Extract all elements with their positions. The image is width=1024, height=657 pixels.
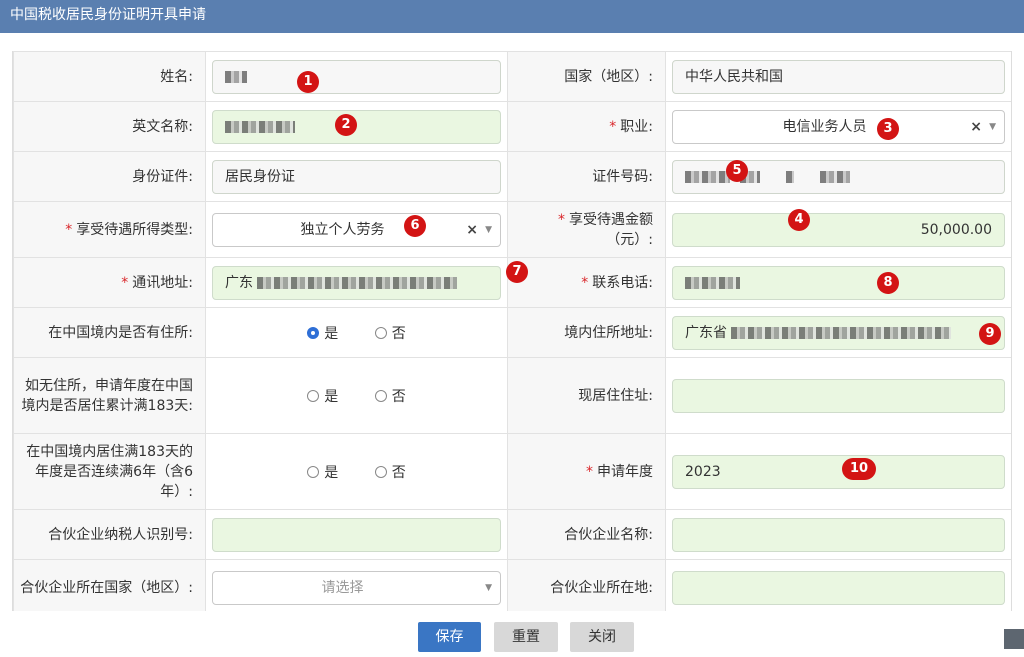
domicile-label: 在中国境内是否有住所: [13,307,206,358]
marker-6: 6 [404,215,426,237]
row-name: 姓名: 国家（地区）: 中华人民共和国 [13,51,1011,102]
occupation-select[interactable]: 电信业务人员 × ▼ [672,109,1005,144]
window-title: 中国税收居民身份证明开具申请 [10,7,206,23]
marker-9: 9 [979,323,1001,345]
no-domicile-yes-radio[interactable]: 是 [307,386,338,406]
income-type-label: 享受待遇所得类型: [76,221,193,238]
id-number-input[interactable] [672,159,1005,194]
partner-country-select[interactable]: 请选择 ▼ [212,570,501,605]
chevron-down-icon[interactable]: ▼ [485,214,492,246]
application-form: 姓名: 国家（地区）: 中华人民共和国 英文名称: * 职业: 电信业务人员 × ▼ … [12,51,1012,611]
no-domicile-no-radio[interactable]: 否 [374,386,406,406]
partner-country-placeholder: 请选择 [321,579,364,596]
save-button[interactable]: 保存 [418,622,481,652]
phone-input[interactable] [672,265,1005,300]
partner-location-label: 合伙企业所在地: [507,559,666,611]
window-title-bar: 中国税收居民身份证明开具申请 [0,0,1024,33]
clear-icon[interactable]: × [466,214,478,246]
domicile-address-input[interactable]: 广东省 [672,315,1005,350]
row-partner: 合伙企业纳税人识别号: 合伙企业名称: [13,509,1011,560]
marker-10: 10 [842,458,876,480]
radio-empty-icon [374,326,387,339]
partner-name-label: 合伙企业名称: [507,509,666,560]
chevron-down-icon[interactable]: ▼ [485,572,492,604]
current-address-label: 现居住住址: [507,357,666,434]
close-button[interactable]: 关闭 [570,622,634,652]
required-mark: * [121,274,129,291]
marker-8: 8 [877,272,899,294]
partner-location-input[interactable] [672,570,1005,605]
required-mark: * [586,463,593,480]
radio-empty-icon [307,465,320,478]
english-name-label: 英文名称: [13,101,206,152]
id-type-input[interactable]: 居民身份证 [212,159,501,194]
marker-5: 5 [726,160,748,182]
corner-widget [1004,629,1024,649]
row-no-domicile: 如无住所，申请年度在中国境内是否居住累计满183天: 是 否 现居住住址: [13,357,1011,434]
radio-empty-icon [374,389,387,402]
marker-3: 3 [877,118,899,140]
radio-empty-icon [307,389,320,402]
marker-4: 4 [788,209,810,231]
partner-name-input[interactable] [672,517,1005,552]
radio-selected-icon [307,326,320,339]
occupation-label: 职业: [620,118,653,135]
marker-7: 7 [506,261,528,283]
required-mark: * [609,118,617,135]
occupation-value: 电信业务人员 [782,118,867,135]
partner-tin-label: 合伙企业纳税人识别号: [13,509,206,560]
name-label: 姓名: [13,51,206,102]
current-address-input[interactable] [672,378,1005,413]
amount-unit-label: （元）: [606,231,653,248]
six-years-label: 在中国境内居住满183天的年度是否连续满6年（含6年）: [13,433,206,510]
domicile-no-radio[interactable]: 否 [374,323,406,343]
address-label: 通讯地址: [132,274,193,291]
id-number-label: 证件号码: [507,151,666,202]
domicile-yes-radio[interactable]: 是 [307,323,338,343]
country-label: 国家（地区）: [507,51,666,102]
marker-1: 1 [297,71,319,93]
row-domicile: 在中国境内是否有住所: 是 否 境内住所地址: 广东省 [13,307,1011,358]
apply-year-label: 申请年度 [597,463,653,480]
name-input[interactable] [212,59,501,94]
marker-2: 2 [335,114,357,136]
required-mark: * [581,274,589,291]
row-income: * 享受待遇所得类型: 独立个人劳务 × ▼ * 享受待遇金额 （元）: 50,000.0… [13,201,1011,258]
domicile-address-label: 境内住所地址: [507,307,666,358]
amount-label: 享受待遇金额 [569,211,653,228]
clear-icon[interactable]: × [970,111,982,143]
income-type-value: 独立个人劳务 [300,221,385,238]
address-input[interactable]: 广东 [212,265,501,300]
six-years-no-radio[interactable]: 否 [374,462,406,482]
row-partner-country: 合伙企业所在国家（地区）: 请选择 ▼ 合伙企业所在地: [13,559,1011,611]
required-mark: * [65,221,73,238]
row-id: 身份证件: 居民身份证 证件号码: [13,151,1011,202]
country-input[interactable]: 中华人民共和国 [672,59,1005,94]
reset-button[interactable]: 重置 [494,622,558,652]
partner-country-label: 合伙企业所在国家（地区）: [13,559,206,611]
phone-label: 联系电话: [592,274,653,291]
apply-year-input[interactable]: 2023 [672,454,1005,489]
six-years-yes-radio[interactable]: 是 [307,462,338,482]
id-type-label: 身份证件: [13,151,206,202]
chevron-down-icon[interactable]: ▼ [989,111,996,143]
amount-input[interactable]: 50,000.00 [672,212,1005,247]
radio-empty-icon [374,465,387,478]
income-type-select[interactable]: 独立个人劳务 × ▼ [212,212,501,247]
row-english-name: 英文名称: * 职业: 电信业务人员 × ▼ [13,101,1011,152]
required-mark: * [558,211,565,228]
no-domicile-label: 如无住所，申请年度在中国境内是否居住累计满183天: [13,357,206,434]
partner-tin-input[interactable] [212,517,501,552]
form-table: 姓名: 国家（地区）: 中华人民共和国 英文名称: * 职业: 电信业务人员 × ▼ … [13,51,1011,611]
